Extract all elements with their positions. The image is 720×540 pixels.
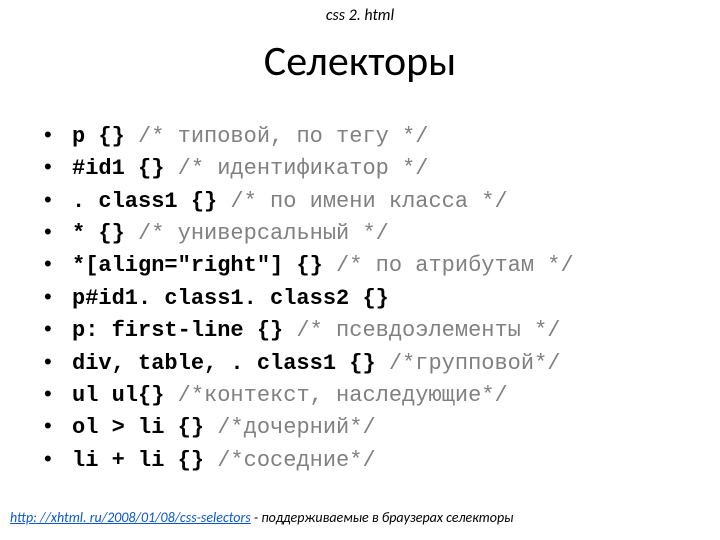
list-item: • #id1 {} /* идентификатор */: [44, 152, 684, 184]
list-item: • li + li {} /*соседние*/: [44, 444, 684, 476]
list-item: • div, table, . class1 {} /*групповой*/: [44, 347, 684, 379]
comment-text: /* по атрибутам */: [323, 253, 574, 278]
comment-text: /* по имени класса */: [217, 189, 507, 214]
list-item: • * {} /* универсальный */: [44, 217, 684, 249]
code-line: ol > li {} /*дочерний*/: [72, 413, 376, 443]
slide-title: Селекторы: [0, 36, 720, 87]
comment-text: /* типовой, по тегу */: [125, 124, 429, 149]
bullet-icon: •: [44, 120, 72, 150]
code-line: ul ul{} /*контекст, наследующие*/: [72, 381, 508, 411]
comment-text: /* идентификатор */: [164, 156, 428, 181]
selector-text: ul ul{}: [72, 383, 164, 408]
selector-text: div, table, . class1 {}: [72, 351, 376, 376]
list-item: • *[align="right"] {} /* по атрибутам */: [44, 249, 684, 281]
bullet-icon: •: [44, 217, 72, 247]
code-line: p {} /* типовой, по тегу */: [72, 122, 428, 152]
selector-text: p#id1. class1. class2 {}: [72, 286, 389, 311]
selector-text: li + li {}: [72, 448, 204, 473]
code-line: * {} /* универсальный */: [72, 219, 389, 249]
footer-note: - поддерживаемые в браузерах селекторы: [251, 509, 514, 526]
bullet-icon: •: [44, 282, 72, 312]
selector-text: * {}: [72, 221, 125, 246]
comment-text: /*дочерний*/: [204, 415, 376, 440]
selector-text: ol > li {}: [72, 415, 204, 440]
selector-text: *[align="right"] {}: [72, 253, 323, 278]
bullet-icon: •: [44, 444, 72, 474]
code-line: p: first-line {} /* псевдоэлементы */: [72, 316, 560, 346]
selector-text: p {}: [72, 124, 125, 149]
list-item: • ul ul{} /*контекст, наследующие*/: [44, 379, 684, 411]
comment-text: /*соседние*/: [204, 448, 376, 473]
list-item: • ol > li {} /*дочерний*/: [44, 411, 684, 443]
slide: css 2. html Селекторы • p {} /* типовой,…: [0, 0, 720, 540]
bullet-icon: •: [44, 185, 72, 215]
selector-list: • p {} /* типовой, по тегу */ • #id1 {} …: [44, 120, 684, 476]
comment-text: /*контекст, наследующие*/: [164, 383, 507, 408]
bullet-icon: •: [44, 152, 72, 182]
code-line: #id1 {} /* идентификатор */: [72, 154, 428, 184]
code-line: . class1 {} /* по имени класса */: [72, 187, 508, 217]
comment-text: /*групповой*/: [376, 351, 561, 376]
comment-text: /* псевдоэлементы */: [283, 318, 560, 343]
list-item: • p: first-line {} /* псевдоэлементы */: [44, 314, 684, 346]
file-tag: css 2. html: [0, 6, 720, 25]
selector-text: p: first-line {}: [72, 318, 283, 343]
footer-link[interactable]: http: //xhtml. ru/2008/01/08/css-selecto…: [10, 509, 251, 526]
comment-text: /* универсальный */: [125, 221, 389, 246]
list-item: • . class1 {} /* по имени класса */: [44, 185, 684, 217]
bullet-icon: •: [44, 411, 72, 441]
selector-text: . class1 {}: [72, 189, 217, 214]
code-line: *[align="right"] {} /* по атрибутам */: [72, 251, 574, 281]
bullet-icon: •: [44, 379, 72, 409]
bullet-icon: •: [44, 249, 72, 279]
list-item: • p {} /* типовой, по тегу */: [44, 120, 684, 152]
bullet-icon: •: [44, 314, 72, 344]
code-line: p#id1. class1. class2 {}: [72, 284, 389, 314]
list-item: • p#id1. class1. class2 {}: [44, 282, 684, 314]
bullet-icon: •: [44, 347, 72, 377]
code-line: li + li {} /*соседние*/: [72, 446, 376, 476]
selector-text: #id1 {}: [72, 156, 164, 181]
footer: http: //xhtml. ru/2008/01/08/css-selecto…: [10, 509, 513, 526]
code-line: div, table, . class1 {} /*групповой*/: [72, 349, 561, 379]
